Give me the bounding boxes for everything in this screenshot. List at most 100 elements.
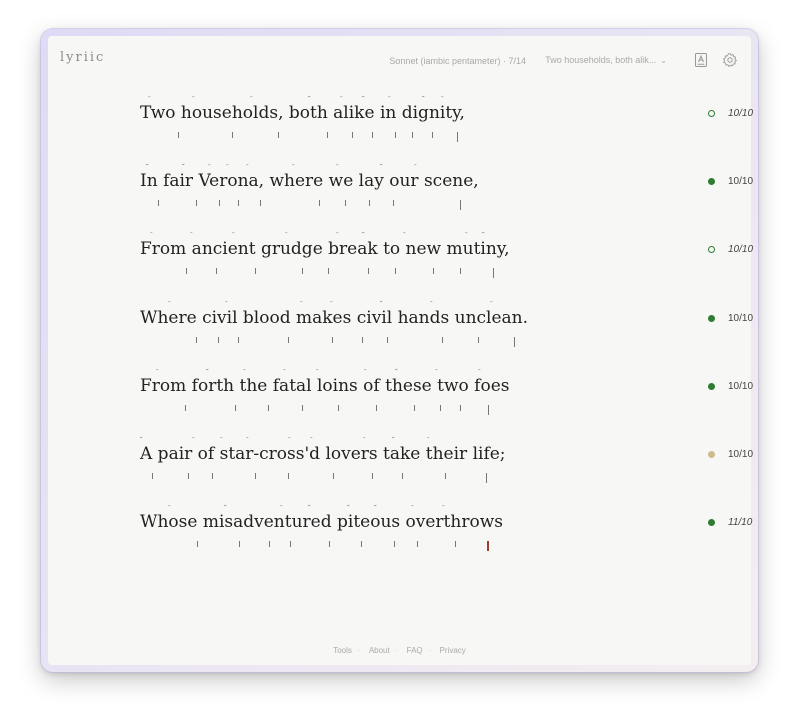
syllable-tick <box>372 473 373 479</box>
syllable-tick <box>235 404 236 411</box>
score-value: 10/10 <box>728 449 754 460</box>
score-value: 10/10 <box>728 176 754 188</box>
syllable-ticks <box>140 473 540 485</box>
syllable-tick <box>514 336 515 347</box>
syllable-tick <box>188 473 189 479</box>
syllable-tick <box>212 473 213 479</box>
poem-line[interactable]: ˉ ˉ ˉ ˉ ˉ ˘ ˉ ˉ ˘ From ancient grudge break to ne… <box>140 228 753 296</box>
syllable-tick <box>288 336 289 343</box>
syllable-tick <box>412 132 413 138</box>
score-value: 10/10 <box>728 244 754 256</box>
syllable-tick <box>255 473 256 479</box>
syllable-ticks <box>140 336 540 349</box>
gear-icon <box>723 53 737 67</box>
syllable-ticks <box>140 268 540 280</box>
line-score: 10/10 <box>708 313 753 324</box>
syllable-tick <box>152 473 153 479</box>
line-score: 10/10 <box>708 176 753 187</box>
syllable-tick <box>368 268 369 275</box>
syllable-tick <box>445 473 446 479</box>
status-dot-icon <box>708 246 715 254</box>
status-dot-icon <box>708 314 715 322</box>
syllable-tick <box>178 132 179 138</box>
syllable-tick <box>369 200 370 207</box>
syllable-tick <box>417 541 418 548</box>
line-select-value: Two households, both alik... <box>545 55 657 65</box>
syllable-tick <box>232 132 233 138</box>
poem-line-text[interactable]: Whose misadventured piteous overthrows <box>140 512 503 532</box>
poem-line-text[interactable]: From ancient grudge break to new mutiny, <box>140 239 510 259</box>
syllable-tick <box>185 404 186 411</box>
syllable-tick <box>387 336 388 343</box>
line-score: 11/10 <box>708 517 752 528</box>
syllable-tick <box>488 404 489 415</box>
syllable-tick <box>345 200 346 207</box>
status-dot-icon <box>708 178 715 186</box>
line-score: 10/10 <box>708 449 753 460</box>
poem-line[interactable]: ˉ ˉ ˉ ˉ ˘ ˉ ˉ Where civil blood makes civil han… <box>140 297 753 365</box>
syllable-tick <box>196 336 197 343</box>
syllable-tick <box>338 404 339 411</box>
poem-line[interactable]: ˉ ˘ ˉ ˘ ˘ ˘ ˉ ˉ Whose misadventured piteous over… <box>140 501 752 569</box>
syllable-tick <box>196 200 197 207</box>
poem-line[interactable]: ˘ ˘ ˉ ˉ ˉ ˉ ˉ ˘ ˉ In fair Verona, where we lay ou… <box>140 160 753 228</box>
syllable-tick <box>457 132 458 142</box>
syllable-tick <box>372 132 373 138</box>
syllable-tick <box>278 132 279 138</box>
poem-line[interactable]: ˉ ˘ ˉ ˉ ˉ ˉ ˘ ˉ ˉ From forth the fatal loins of t… <box>140 365 753 433</box>
poem-line-text[interactable]: From forth the fatal loins of these two … <box>140 376 509 396</box>
footer-link-tools[interactable]: Tools <box>333 646 352 655</box>
syllable-tick <box>352 132 353 138</box>
footer-link-faq[interactable]: FAQ <box>407 646 423 655</box>
syllable-tick <box>395 268 396 275</box>
syllable-tick <box>395 132 396 138</box>
settings-button[interactable] <box>722 52 738 68</box>
text-format-button[interactable] <box>693 52 709 68</box>
score-value: 10/10 <box>728 108 754 119</box>
syllable-tick <box>327 132 328 138</box>
poem-line[interactable]: ˘ ˉ ˉ ˉ ˉ ˉ ˉ ˘ ˉ A pair of star-cross'd lovers t… <box>140 433 753 501</box>
syllable-tick <box>158 200 159 207</box>
syllable-tick <box>288 473 289 479</box>
footer-link-about[interactable]: About <box>369 646 390 655</box>
syllable-tick <box>394 541 395 548</box>
syllable-tick <box>361 541 362 548</box>
syllable-tick <box>493 268 494 279</box>
score-value: 10/10 <box>728 312 754 324</box>
syllable-tick <box>260 200 261 207</box>
syllable-tick <box>216 268 217 275</box>
syllable-ticks <box>140 132 540 144</box>
syllable-tick <box>302 268 303 275</box>
score-value: 10/10 <box>728 380 754 392</box>
poem-line-text[interactable]: Two households, both alike in dignity, <box>140 103 465 123</box>
poem-line-text[interactable]: In fair Verona, where we lay our scene, <box>140 171 479 191</box>
syllable-tick <box>414 404 415 411</box>
syllable-tick <box>362 336 363 343</box>
poem-line-text[interactable]: A pair of star-cross'd lovers take their… <box>140 444 506 464</box>
status-dot-icon <box>708 110 715 117</box>
syllable-ticks <box>140 541 540 553</box>
syllable-tick <box>329 541 330 548</box>
score-value: 11/10 <box>728 517 753 529</box>
syllable-tick <box>393 200 394 207</box>
poem-line-text[interactable]: Where civil blood makes civil hands uncl… <box>140 308 528 328</box>
app-logo[interactable]: lyriic <box>60 50 105 65</box>
syllable-tick <box>433 268 434 275</box>
line-select-dropdown[interactable]: Two households, both alik... ⌄ <box>545 55 667 65</box>
footer-link-privacy[interactable]: Privacy <box>440 646 466 655</box>
syllable-tick <box>239 541 240 548</box>
syllable-ticks <box>140 404 540 417</box>
syllable-tick <box>333 473 334 479</box>
syllable-tick <box>186 268 187 275</box>
poem-line[interactable]: ˉ ˉ ˉ ˘ ˉ ˘ ˉ ˘ ˉ Two households, both alike in d… <box>140 92 753 160</box>
syllable-tick <box>478 336 479 343</box>
line-score: 10/10 <box>708 244 753 255</box>
text-format-icon <box>695 53 707 67</box>
syllable-tick <box>486 473 487 483</box>
line-score: 10/10 <box>708 381 753 392</box>
footer: Tools · About · FAQ · Privacy <box>333 646 466 655</box>
main-panel: lyriic Sonnet (iambic pentameter) · 7/14… <box>48 36 753 665</box>
syllable-tick <box>238 336 239 343</box>
syllable-ticks <box>140 200 540 212</box>
syllable-tick <box>440 404 441 411</box>
